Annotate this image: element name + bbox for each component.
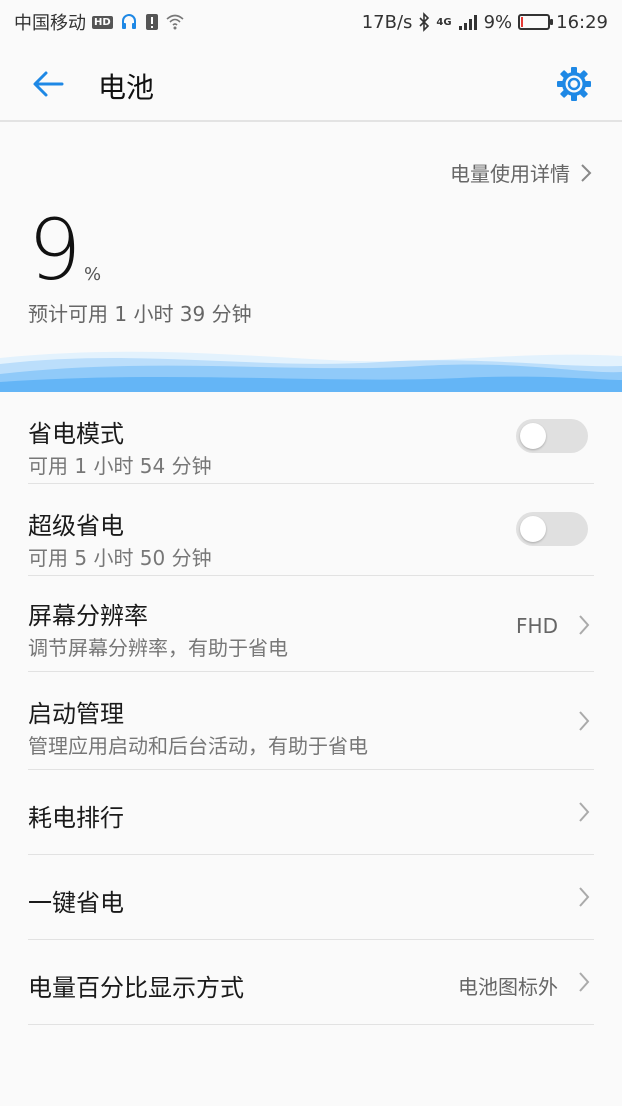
- power-saving-toggle[interactable]: [516, 419, 588, 453]
- row-value: 电池图标外: [458, 975, 558, 999]
- back-arrow-icon[interactable]: [28, 64, 68, 104]
- screen-resolution-row[interactable]: 屏幕分辨率 调节屏幕分辨率，有助于省电 FHD: [28, 576, 594, 672]
- row-title: 启动管理: [28, 700, 124, 728]
- battery-fill: [521, 17, 524, 27]
- network-type: 4G: [436, 16, 452, 28]
- toggle-knob: [520, 423, 546, 449]
- chevron-right-icon: [581, 163, 592, 182]
- ultra-saving-toggle[interactable]: [516, 512, 588, 546]
- page-title: 电池: [98, 71, 155, 104]
- chevron-right-icon: [579, 802, 590, 822]
- row-subtitle: 管理应用启动和后台活动，有助于省电: [28, 734, 368, 758]
- wifi-icon: [166, 14, 184, 30]
- chevron-right-icon: [579, 972, 590, 992]
- carrier-name: 中国移动: [14, 13, 86, 34]
- row-subtitle: 可用 5 小时 50 分钟: [28, 546, 212, 570]
- settings-list: 省电模式 可用 1 小时 54 分钟 超级省电 可用 5 小时 50 分钟 屏幕…: [0, 392, 622, 1025]
- usage-detail-label: 电量使用详情: [450, 162, 570, 186]
- power-ranking-row[interactable]: 耗电排行: [28, 770, 594, 855]
- signal-icon: [458, 15, 477, 30]
- toggle-knob: [520, 516, 546, 542]
- chevron-right-icon: [579, 615, 590, 635]
- hd-badge: HD: [92, 15, 113, 29]
- bluetooth-icon: [419, 12, 430, 32]
- row-subtitle: 调节屏幕分辨率，有助于省电: [28, 636, 288, 660]
- one-tap-saving-row[interactable]: 一键省电: [28, 855, 594, 940]
- row-title: 一键省电: [28, 889, 124, 917]
- ultra-saving-row[interactable]: 超级省电 可用 5 小时 50 分钟: [28, 484, 594, 576]
- battery-estimate: 预计可用 1 小时 39 分钟: [28, 302, 252, 326]
- row-title: 电量百分比显示方式: [28, 974, 244, 1002]
- alert-icon: [145, 14, 158, 30]
- row-value: FHD: [516, 614, 558, 638]
- row-title: 耗电排行: [28, 804, 124, 832]
- headset-icon: [121, 14, 136, 29]
- battery-percent: 9%: [483, 11, 513, 33]
- battery-percent-large: 9: [28, 201, 82, 299]
- chevron-right-icon: [579, 887, 590, 907]
- startup-manager-row[interactable]: 启动管理 管理应用启动和后台活动，有助于省电: [28, 672, 594, 770]
- app-bar: 电池: [0, 44, 622, 122]
- chevron-right-icon: [579, 711, 590, 731]
- clock: 16:29: [556, 11, 608, 33]
- power-saving-row[interactable]: 省电模式 可用 1 小时 54 分钟: [28, 392, 594, 484]
- status-right: 17B/s 4G 9% 16:29: [362, 12, 608, 33]
- row-subtitle: 可用 1 小时 54 分钟: [28, 454, 212, 478]
- battery-icon: [518, 14, 554, 30]
- row-title: 屏幕分辨率: [28, 602, 148, 630]
- gear-icon[interactable]: [554, 64, 594, 104]
- battery-percent-unit: %: [84, 264, 102, 285]
- battery-wave: [0, 351, 622, 392]
- status-bar: 中国移动 HD 17B/s 4G 9% 16:29: [0, 0, 622, 44]
- status-left: 中国移动 HD: [14, 9, 185, 35]
- percent-display-row[interactable]: 电量百分比显示方式 电池图标外: [28, 940, 594, 1025]
- net-speed: 17B/s: [361, 11, 413, 33]
- row-title: 省电模式: [28, 420, 124, 448]
- usage-detail-link[interactable]: 电量使用详情: [450, 158, 592, 187]
- row-title: 超级省电: [28, 512, 124, 540]
